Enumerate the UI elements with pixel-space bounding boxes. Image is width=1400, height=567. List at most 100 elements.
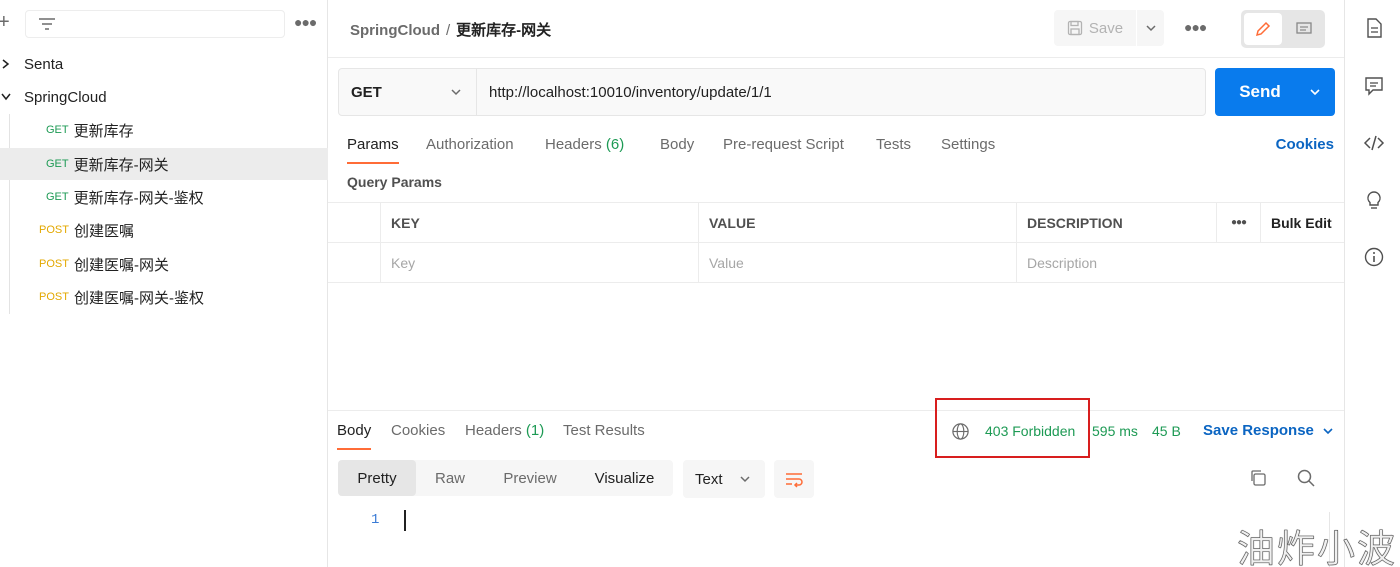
breadcrumb: SpringCloud / 更新库存-网关 bbox=[350, 19, 551, 40]
format-pretty-button[interactable]: Pretty bbox=[338, 460, 416, 496]
response-divider[interactable] bbox=[328, 410, 1344, 411]
edit-mode-button[interactable] bbox=[1244, 13, 1282, 45]
folder-springcloud[interactable]: SpringCloud bbox=[0, 81, 328, 113]
response-tab-test-results[interactable]: Test Results bbox=[563, 422, 645, 439]
more-options-icon[interactable]: ●●● bbox=[1184, 19, 1207, 35]
tab-settings[interactable]: Settings bbox=[941, 136, 995, 153]
value-input[interactable]: Value bbox=[698, 243, 1016, 282]
table-header-row: KEY VALUE DESCRIPTION ●●● Bulk Edit bbox=[328, 203, 1344, 243]
request-item[interactable]: POST 创建医嘱 bbox=[0, 214, 328, 246]
chevron-down-icon bbox=[451, 89, 461, 96]
query-params-table: KEY VALUE DESCRIPTION ●●● Bulk Edit Key … bbox=[328, 202, 1344, 283]
request-item-selected[interactable]: GET 更新库存-网关 bbox=[0, 148, 328, 180]
request-item[interactable]: POST 创建医嘱-网关-鉴权 bbox=[0, 281, 328, 313]
tab-authorization[interactable]: Authorization bbox=[426, 136, 514, 153]
folder-label: SpringCloud bbox=[24, 88, 107, 106]
tab-body[interactable]: Body bbox=[660, 136, 694, 153]
sidebar: + ●●● Senta SpringCloud GET 更新库存 GET 更新库… bbox=[0, 0, 328, 567]
response-tab-headers[interactable]: Headers (1) bbox=[465, 422, 544, 439]
code-icon[interactable] bbox=[1363, 132, 1385, 154]
tab-headers-label: Headers bbox=[545, 136, 602, 153]
request-label: 更新库存-网关 bbox=[73, 156, 169, 174]
sidebar-toolbar: + ●●● bbox=[0, 0, 328, 46]
checkbox-column-header bbox=[328, 203, 380, 242]
request-editor: SpringCloud / 更新库存-网关 Save ●●● GET http:… bbox=[328, 0, 1344, 567]
request-item[interactable]: GET 更新库存-网关-鉴权 bbox=[0, 181, 328, 213]
lightbulb-icon[interactable] bbox=[1363, 189, 1385, 211]
send-group: Send bbox=[1215, 68, 1335, 116]
documentation-mode-button[interactable] bbox=[1286, 13, 1322, 45]
info-icon[interactable] bbox=[1363, 246, 1385, 268]
format-visualize-button[interactable]: Visualize bbox=[576, 460, 673, 496]
add-icon[interactable]: + bbox=[0, 12, 14, 32]
save-group: Save bbox=[1054, 10, 1164, 46]
language-select[interactable]: Text bbox=[683, 460, 765, 498]
table-row: Key Value Description bbox=[328, 243, 1344, 283]
cookies-link[interactable]: Cookies bbox=[1276, 136, 1334, 153]
method-badge: POST bbox=[39, 291, 69, 303]
save-icon bbox=[1067, 20, 1083, 36]
save-button[interactable]: Save bbox=[1054, 10, 1137, 46]
comment-icon bbox=[1296, 22, 1312, 34]
format-preview-button[interactable]: Preview bbox=[484, 460, 576, 496]
save-response-label: Save Response bbox=[1203, 422, 1314, 439]
search-icon[interactable] bbox=[1296, 468, 1316, 488]
request-item[interactable]: POST 创建医嘱-网关 bbox=[0, 248, 328, 280]
breadcrumb-separator: / bbox=[446, 22, 451, 39]
tab-headers[interactable]: Headers (6) bbox=[545, 136, 624, 153]
url-bar: GET bbox=[338, 68, 1206, 116]
request-label: 创建医嘱 bbox=[73, 222, 134, 240]
filter-input[interactable] bbox=[25, 10, 285, 38]
save-label: Save bbox=[1088, 19, 1124, 37]
filter-icon bbox=[39, 18, 55, 30]
breadcrumb-request[interactable]: 更新库存-网关 bbox=[456, 22, 551, 39]
request-label: 创建医嘱-网关 bbox=[73, 256, 169, 274]
folder-senta[interactable]: Senta bbox=[0, 48, 328, 80]
key-input[interactable]: Key bbox=[380, 243, 698, 282]
format-raw-button[interactable]: Raw bbox=[416, 460, 484, 496]
bulk-edit-button[interactable]: Bulk Edit bbox=[1260, 203, 1344, 242]
request-label: 创建医嘱-网关-鉴权 bbox=[73, 289, 204, 307]
text-cursor bbox=[404, 510, 406, 531]
response-tab-headers-label: Headers bbox=[465, 422, 522, 439]
folder-label: Senta bbox=[24, 55, 64, 73]
line-number: 1 bbox=[371, 512, 380, 528]
chevron-down-icon bbox=[1, 93, 11, 101]
more-options-icon[interactable]: ●●● bbox=[1216, 203, 1260, 242]
view-mode-toggle bbox=[1241, 10, 1325, 48]
tab-tests[interactable]: Tests bbox=[876, 136, 911, 153]
response-size[interactable]: 45 B bbox=[1152, 423, 1181, 439]
response-tab-body[interactable]: Body bbox=[337, 422, 372, 450]
save-response-button[interactable]: Save Response bbox=[1203, 422, 1334, 439]
wrap-lines-button[interactable] bbox=[774, 460, 814, 498]
chevron-right-icon bbox=[2, 59, 10, 69]
comments-icon[interactable] bbox=[1363, 75, 1385, 97]
globe-icon[interactable] bbox=[951, 422, 970, 441]
right-sidebar bbox=[1344, 0, 1400, 567]
documentation-icon[interactable] bbox=[1363, 17, 1385, 39]
response-time[interactable]: 595 ms bbox=[1092, 423, 1138, 439]
more-options-icon[interactable]: ●●● bbox=[294, 14, 317, 34]
method-badge: POST bbox=[39, 258, 69, 270]
chevron-down-icon bbox=[1323, 427, 1333, 434]
breadcrumb-collection[interactable]: SpringCloud bbox=[350, 22, 440, 39]
send-button[interactable]: Send bbox=[1215, 68, 1295, 116]
send-options-button[interactable] bbox=[1295, 68, 1335, 116]
method-select[interactable]: GET bbox=[339, 69, 477, 115]
request-item[interactable]: GET 更新库存 bbox=[0, 114, 328, 146]
tab-headers-count: (6) bbox=[605, 136, 625, 153]
pencil-icon bbox=[1255, 21, 1271, 37]
response-headers-count: (1) bbox=[525, 422, 545, 439]
response-status[interactable]: 403 Forbidden bbox=[985, 423, 1075, 439]
response-tab-cookies[interactable]: Cookies bbox=[391, 422, 445, 439]
tab-pre-request-script[interactable]: Pre-request Script bbox=[723, 136, 844, 153]
url-input[interactable] bbox=[477, 69, 1205, 115]
request-header: SpringCloud / 更新库存-网关 Save ●●● bbox=[328, 0, 1344, 58]
method-badge: POST bbox=[39, 224, 69, 236]
tab-params[interactable]: Params bbox=[347, 136, 399, 164]
copy-icon[interactable] bbox=[1248, 468, 1268, 488]
method-badge: GET bbox=[46, 124, 69, 136]
chevron-down-icon bbox=[1310, 89, 1320, 96]
save-options-button[interactable] bbox=[1137, 10, 1164, 46]
description-input[interactable]: Description bbox=[1016, 243, 1344, 282]
